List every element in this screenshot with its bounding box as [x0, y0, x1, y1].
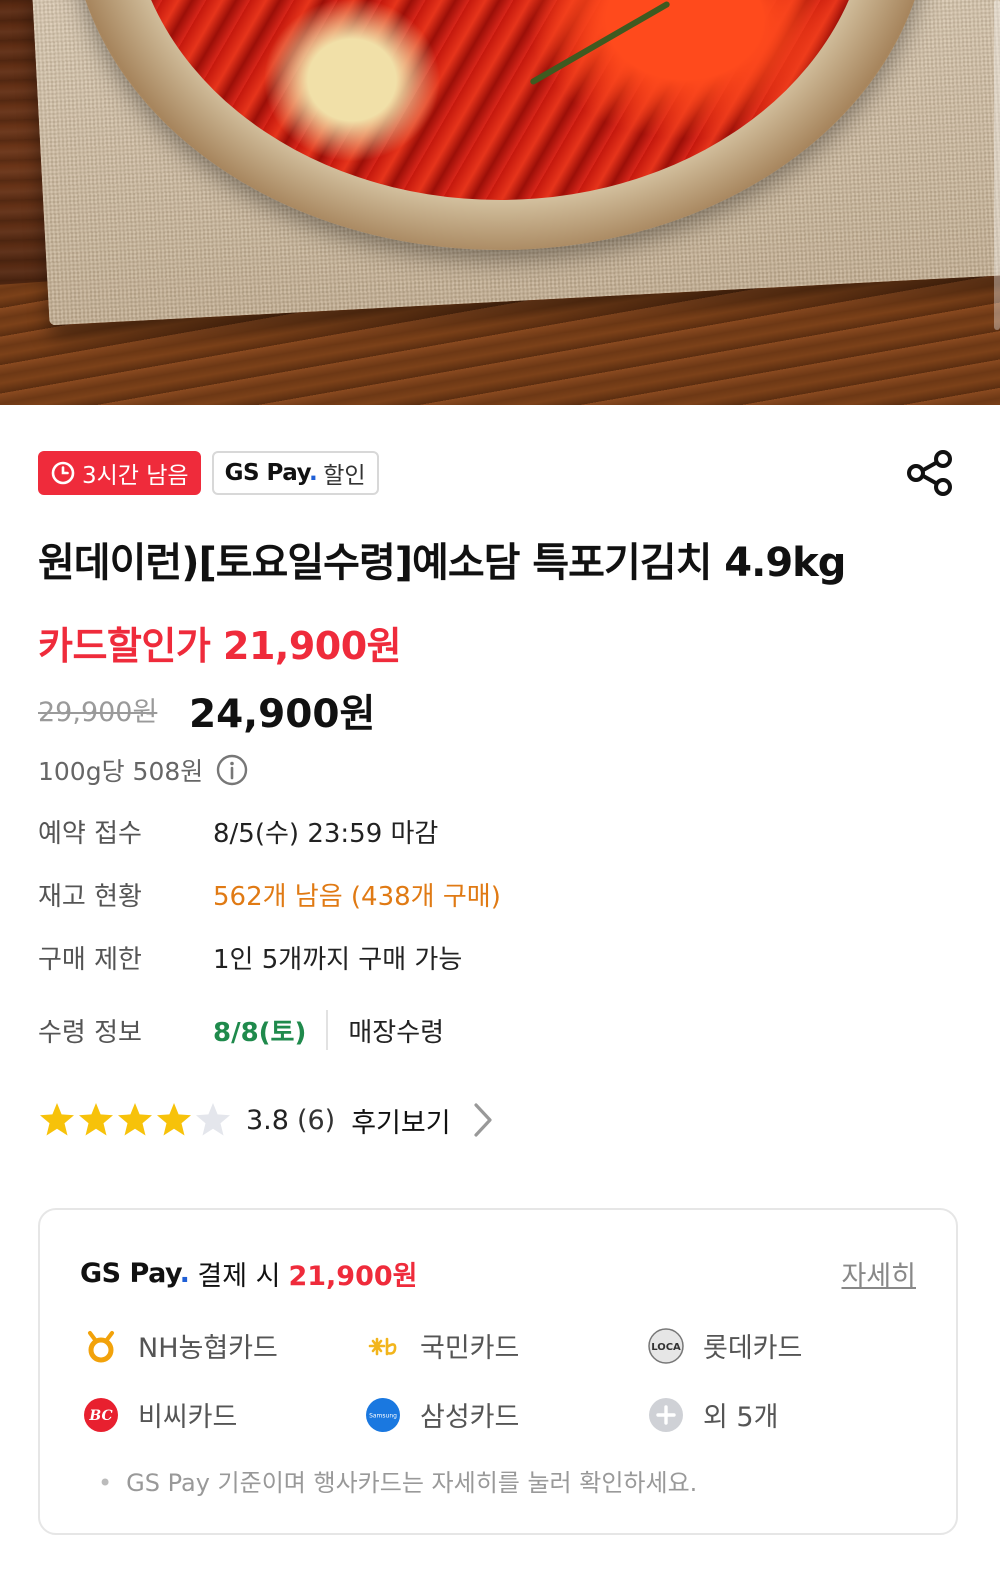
gspay-logo-text: GS Pay	[80, 1258, 180, 1289]
lotte-card-icon: LOCA	[648, 1327, 684, 1364]
gspay-note-text: GS Pay 기준이며 행사카드는 자세히를 눌러 확인하세요.	[126, 1469, 698, 1497]
gspay-card-box: GS Pay. 결제 시 21,900원 자세히 NH농협카드 국민카드 LOC…	[38, 1208, 958, 1535]
card-item-more: 외 5개	[647, 1395, 778, 1434]
star-rating	[38, 1101, 233, 1139]
rating-score: 3.8	[246, 1104, 289, 1136]
card-name: 국민카드	[420, 1333, 520, 1364]
details-link[interactable]: 자세히	[841, 1254, 916, 1293]
review-count: (6)	[296, 1104, 336, 1136]
gspay-box-title: GS Pay. 결제 시 21,900원	[80, 1254, 418, 1293]
gspay-discount-badge: GS Pay. 할인	[211, 451, 379, 495]
gspay-logo: GS Pay.	[80, 1258, 190, 1289]
stock-value: 562개 남음 (438개 구매)	[213, 882, 501, 912]
star-filled-icon	[118, 1103, 152, 1136]
star-filled-icon	[157, 1103, 191, 1136]
card-name: 외 5개	[703, 1402, 779, 1433]
samsung-card-icon: Samsung	[366, 1397, 400, 1432]
gspay-note: • GS Pay 기준이며 행사카드는 자세히를 눌러 확인하세요.	[98, 1463, 697, 1498]
bc-card-icon: BC	[84, 1397, 118, 1432]
clock-icon	[51, 461, 75, 485]
svg-text:BC: BC	[88, 1408, 112, 1424]
stock-label: 재고 현황	[38, 882, 142, 912]
star-filled-icon	[79, 1103, 113, 1136]
card-item-nh: NH농협카드	[82, 1326, 278, 1365]
original-price: 29,900원	[38, 697, 158, 728]
card-item-samsung: Samsung 삼성카드	[364, 1395, 519, 1434]
sale-price: 24,900원	[189, 692, 376, 737]
unit-price-text: 100g당 508원	[38, 757, 204, 786]
gspay-prefix: 결제 시	[197, 1261, 281, 1292]
reservation-label: 예약 접수	[38, 819, 142, 849]
purchase-limit-row: 구매 제한 1인 5개까지 구매 가능	[38, 939, 462, 976]
nh-card-icon	[88, 1330, 114, 1362]
time-left-badge: 3시간 남음	[38, 451, 201, 495]
card-item-bc: BC 비씨카드	[82, 1395, 237, 1434]
card-name: NH농협카드	[138, 1333, 278, 1364]
time-left-text: 3시간 남음	[82, 463, 189, 489]
unit-price: 100g당 508원	[38, 752, 249, 788]
view-reviews-link[interactable]: 후기보기	[351, 1101, 450, 1140]
kb-card-icon	[368, 1337, 397, 1355]
reservation-value: 8/5(수) 23:59 마감	[213, 819, 439, 849]
gspay-badge-suffix: 할인	[323, 463, 366, 489]
pickup-label: 수령 정보	[38, 1017, 142, 1048]
card-discount-price: 카드할인가 21,900원	[38, 624, 402, 668]
samsung-logo-text: Samsung	[369, 1412, 397, 1419]
card-name: 삼성카드	[420, 1402, 520, 1433]
gspay-logo-text: GS Pay	[224, 460, 310, 486]
product-title: 원데이런)[토요일수령]예소담 특포기김치 4.9kg	[38, 540, 846, 586]
image-scrollbar[interactable]	[994, 0, 1000, 330]
pickup-date: 8/8(토)	[213, 1017, 307, 1048]
info-icon[interactable]	[215, 753, 249, 787]
product-image	[0, 0, 1000, 405]
reservation-row: 예약 접수 8/5(수) 23:59 마감	[38, 813, 438, 850]
pickup-method: 매장수령	[348, 1017, 445, 1048]
stock-row: 재고 현황 562개 남음 (438개 구매)	[38, 876, 501, 913]
plus-icon	[649, 1397, 683, 1432]
star-empty-icon	[196, 1103, 230, 1136]
rating-row[interactable]: 3.8 (6) 후기보기	[38, 1100, 497, 1140]
card-name: 비씨카드	[138, 1402, 238, 1433]
purchase-limit-value: 1인 5개까지 구매 가능	[213, 945, 463, 975]
chevron-right-icon[interactable]	[469, 1100, 497, 1140]
purchase-limit-label: 구매 제한	[38, 945, 142, 975]
lotte-logo-text: LOCA	[651, 1342, 681, 1353]
star-filled-icon	[40, 1103, 74, 1136]
pickup-row: 수령 정보 8/8(토) 매장수령	[38, 1010, 444, 1050]
gspay-logo: GS Pay.	[224, 460, 318, 486]
bullet-icon: •	[98, 1469, 113, 1497]
card-item-kb: 국민카드	[364, 1326, 519, 1365]
pickup-divider	[326, 1010, 329, 1050]
share-icon[interactable]	[905, 448, 955, 498]
gspay-amount: 21,900원	[288, 1261, 418, 1292]
badge-row: 3시간 남음 GS Pay. 할인	[38, 451, 379, 495]
card-item-lotte: LOCA 롯데카드	[647, 1326, 802, 1365]
card-name: 롯데카드	[703, 1333, 803, 1364]
